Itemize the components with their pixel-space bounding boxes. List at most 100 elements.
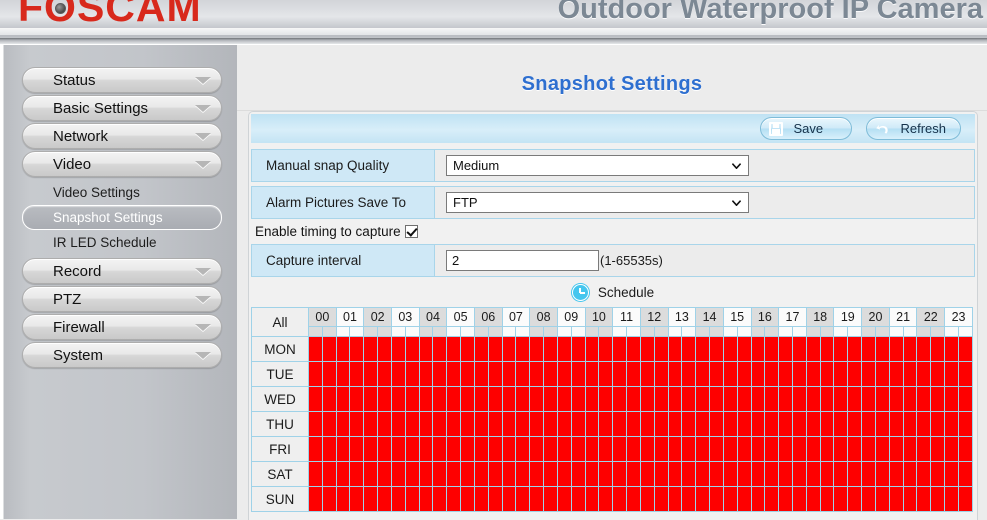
schedule-day-label[interactable]: MON bbox=[251, 336, 309, 362]
schedule-hour-header[interactable]: 15 bbox=[722, 306, 752, 328]
schedule-slot[interactable] bbox=[653, 411, 669, 437]
schedule-halfhour-header[interactable] bbox=[874, 326, 890, 337]
schedule-slot[interactable] bbox=[308, 461, 323, 487]
schedule-slot[interactable] bbox=[529, 386, 545, 412]
schedule-slot[interactable] bbox=[390, 461, 406, 487]
schedule-slot[interactable] bbox=[432, 411, 448, 437]
schedule-slot[interactable] bbox=[736, 361, 752, 387]
schedule-day-label[interactable]: FRI bbox=[251, 436, 309, 462]
schedule-slot[interactable] bbox=[791, 336, 807, 362]
schedule-slot[interactable] bbox=[750, 436, 766, 462]
schedule-slot[interactable] bbox=[612, 461, 628, 487]
schedule-slot[interactable] bbox=[888, 486, 904, 512]
schedule-slot[interactable] bbox=[681, 436, 697, 462]
schedule-slot[interactable] bbox=[335, 461, 351, 487]
schedule-slot[interactable] bbox=[349, 486, 365, 512]
schedule-slot[interactable] bbox=[916, 461, 932, 487]
schedule-slot[interactable] bbox=[377, 386, 392, 412]
schedule-slot[interactable] bbox=[543, 486, 558, 512]
schedule-slot[interactable] bbox=[667, 436, 683, 462]
sidebar-item-record[interactable]: Record bbox=[22, 258, 222, 284]
schedule-slot[interactable] bbox=[404, 336, 420, 362]
schedule-slot[interactable] bbox=[446, 486, 462, 512]
schedule-slot[interactable] bbox=[515, 386, 531, 412]
schedule-slot[interactable] bbox=[612, 436, 628, 462]
schedule-halfhour-header[interactable] bbox=[377, 326, 392, 337]
schedule-slot[interactable] bbox=[695, 436, 711, 462]
schedule-slot[interactable] bbox=[363, 336, 379, 362]
schedule-day-label[interactable]: SUN bbox=[251, 486, 309, 512]
schedule-slot[interactable] bbox=[570, 436, 586, 462]
schedule-slot[interactable] bbox=[957, 436, 974, 462]
schedule-slot[interactable] bbox=[888, 386, 904, 412]
schedule-hour-header[interactable]: 18 bbox=[805, 306, 835, 328]
schedule-slot[interactable] bbox=[764, 336, 780, 362]
schedule-halfhour-header[interactable] bbox=[460, 326, 475, 337]
schedule-slot[interactable] bbox=[321, 436, 337, 462]
schedule-halfhour-header[interactable] bbox=[736, 326, 752, 337]
schedule-slot[interactable] bbox=[722, 386, 738, 412]
schedule-slot[interactable] bbox=[626, 336, 641, 362]
schedule-slot[interactable] bbox=[736, 411, 752, 437]
schedule-slot[interactable] bbox=[778, 411, 793, 437]
schedule-slot[interactable] bbox=[501, 361, 517, 387]
schedule-slot[interactable] bbox=[667, 336, 683, 362]
schedule-halfhour-header[interactable] bbox=[833, 326, 849, 337]
schedule-hour-header[interactable]: 02 bbox=[363, 306, 392, 328]
schedule-slot[interactable] bbox=[764, 436, 780, 462]
schedule-slot[interactable] bbox=[570, 411, 586, 437]
schedule-hour-header[interactable]: 17 bbox=[778, 306, 807, 328]
manual-snap-quality-select[interactable]: Medium bbox=[446, 155, 749, 176]
schedule-slot[interactable] bbox=[390, 361, 406, 387]
schedule-slot[interactable] bbox=[944, 386, 959, 412]
schedule-slot[interactable] bbox=[404, 486, 420, 512]
schedule-slot[interactable] bbox=[916, 361, 932, 387]
schedule-slot[interactable] bbox=[487, 411, 503, 437]
schedule-slot[interactable] bbox=[639, 436, 655, 462]
schedule-slot[interactable] bbox=[681, 336, 697, 362]
schedule-slot[interactable] bbox=[709, 436, 724, 462]
schedule-slot[interactable] bbox=[432, 386, 448, 412]
schedule-slot[interactable] bbox=[501, 336, 517, 362]
schedule-slot[interactable] bbox=[957, 336, 974, 362]
schedule-slot[interactable] bbox=[888, 411, 904, 437]
schedule-slot[interactable] bbox=[833, 336, 849, 362]
schedule-slot[interactable] bbox=[681, 486, 697, 512]
schedule-slot[interactable] bbox=[487, 386, 503, 412]
schedule-slot[interactable] bbox=[750, 361, 766, 387]
schedule-slot[interactable] bbox=[501, 461, 517, 487]
schedule-slot[interactable] bbox=[791, 411, 807, 437]
schedule-slot[interactable] bbox=[349, 436, 365, 462]
schedule-slot[interactable] bbox=[390, 386, 406, 412]
schedule-slot[interactable] bbox=[584, 386, 600, 412]
schedule-slot[interactable] bbox=[529, 461, 545, 487]
schedule-slot[interactable] bbox=[473, 436, 489, 462]
schedule-slot[interactable] bbox=[432, 461, 448, 487]
schedule-halfhour-header[interactable] bbox=[861, 326, 876, 337]
schedule-halfhour-header[interactable] bbox=[598, 326, 614, 337]
schedule-slot[interactable] bbox=[805, 336, 821, 362]
schedule-slot[interactable] bbox=[349, 461, 365, 487]
capture-interval-input[interactable]: 2 bbox=[446, 250, 599, 271]
schedule-slot[interactable] bbox=[722, 461, 738, 487]
schedule-slot[interactable] bbox=[764, 386, 780, 412]
schedule-slot[interactable] bbox=[778, 336, 793, 362]
schedule-slot[interactable] bbox=[404, 386, 420, 412]
schedule-slot[interactable] bbox=[556, 486, 572, 512]
schedule-halfhour-header[interactable] bbox=[764, 326, 780, 337]
schedule-slot[interactable] bbox=[612, 486, 628, 512]
schedule-halfhour-header[interactable] bbox=[667, 326, 683, 337]
schedule-slot[interactable] bbox=[612, 336, 628, 362]
schedule-slot[interactable] bbox=[722, 411, 738, 437]
sidebar-item-video[interactable]: Video bbox=[22, 151, 222, 177]
schedule-slot[interactable] bbox=[681, 361, 697, 387]
schedule-slot[interactable] bbox=[556, 436, 572, 462]
schedule-halfhour-header[interactable] bbox=[487, 326, 503, 337]
schedule-slot[interactable] bbox=[778, 461, 793, 487]
schedule-slot[interactable] bbox=[363, 411, 379, 437]
schedule-slot[interactable] bbox=[902, 386, 918, 412]
schedule-slot[interactable] bbox=[473, 361, 489, 387]
schedule-slot[interactable] bbox=[709, 486, 724, 512]
schedule-slot[interactable] bbox=[543, 461, 558, 487]
schedule-slot[interactable] bbox=[377, 361, 392, 387]
